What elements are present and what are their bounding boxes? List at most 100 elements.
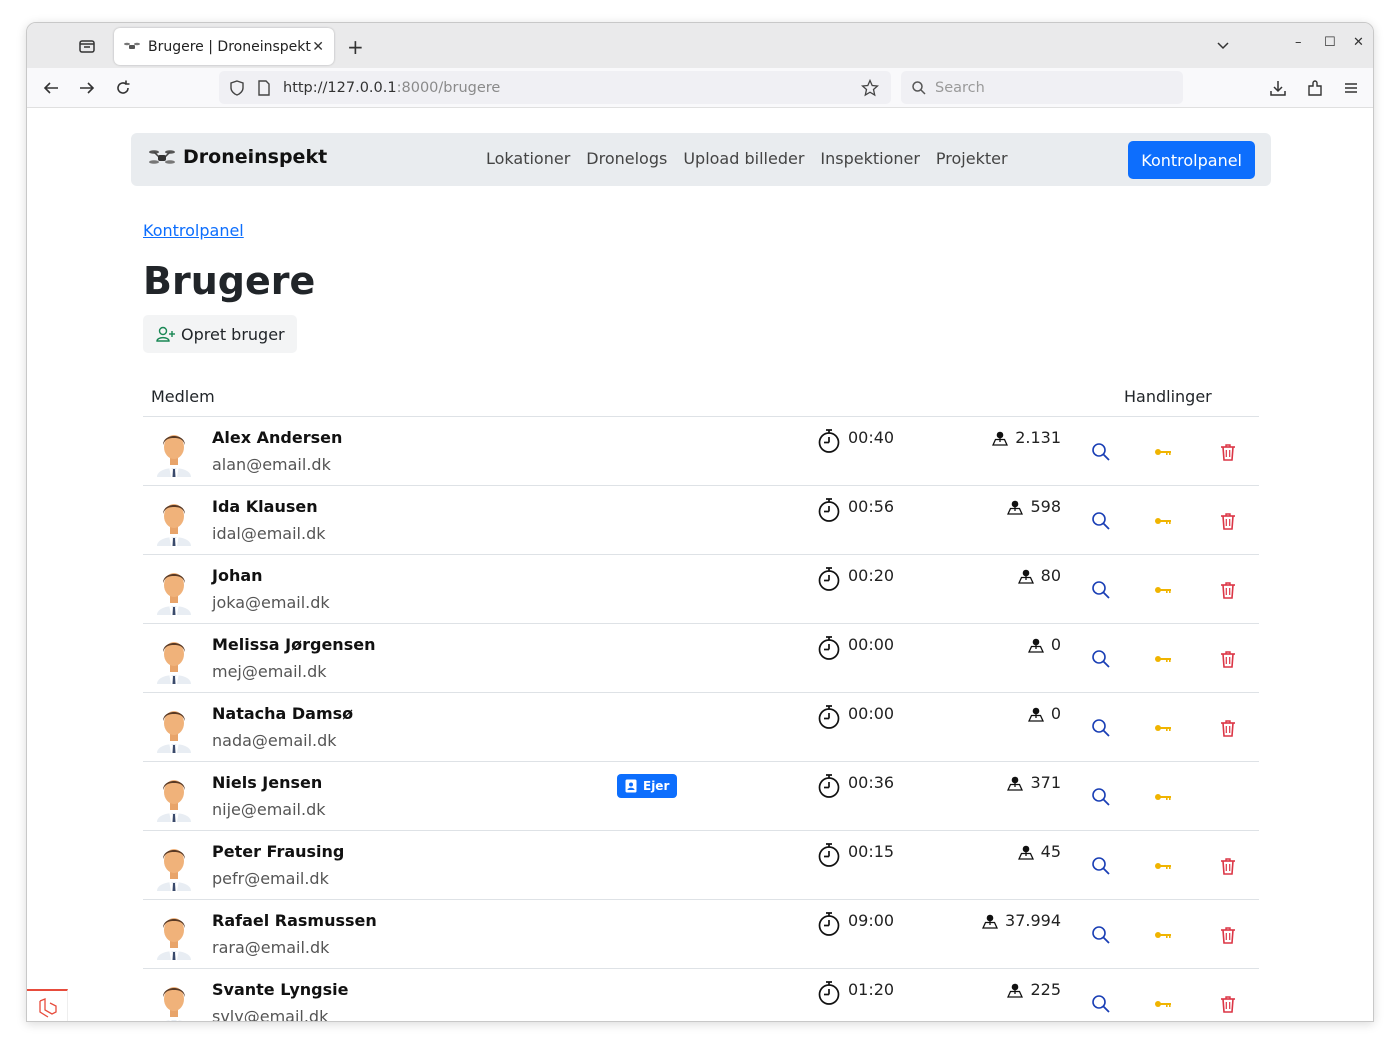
search-bar[interactable] [901,71,1183,104]
forward-arrow-icon[interactable] [78,79,96,97]
create-user-label: Opret bruger [181,324,285,344]
breadcrumb[interactable]: Kontrolpanel [143,221,244,240]
table-row: Johan joka@email.dk 00:20 80 [143,555,1259,624]
bookmark-star-icon[interactable] [861,78,879,97]
delete-user-icon[interactable] [1218,994,1238,1014]
table-body: Alex Andersen alan@email.dk 00:40 2.131 I… [143,417,1259,1022]
create-user-button[interactable]: Opret bruger [143,315,297,353]
drone-favicon-icon [124,42,140,49]
key-icon[interactable] [1153,649,1173,669]
image-count: 0 [1027,704,1061,723]
view-user-icon[interactable] [1091,787,1111,807]
table-row: Niels Jensen nije@email.dk Ejer 00:36 371 [143,762,1259,831]
delete-user-icon[interactable] [1218,442,1238,462]
view-user-icon[interactable] [1091,718,1111,738]
tab-strip: Brugere | Droneinspekt ✕ + – ☐ ✕ [27,23,1373,68]
avatar [157,504,191,546]
browser-tab[interactable]: Brugere | Droneinspekt ✕ [114,28,334,65]
user-name: Peter Frausing [212,842,345,861]
menu-item-lokationer[interactable]: Lokationer [486,149,570,168]
avatar [157,849,191,891]
user-location-icon [1007,500,1024,515]
key-icon[interactable] [1153,580,1173,600]
table-row: Alex Andersen alan@email.dk 00:40 2.131 [143,417,1259,486]
key-icon[interactable] [1153,856,1173,876]
view-user-icon[interactable] [1091,511,1111,531]
stopwatch-icon [818,636,840,660]
stopwatch-icon [818,705,840,729]
download-icon[interactable] [1269,79,1287,97]
user-name: Svante Lyngsie [212,980,349,999]
avatar [157,642,191,684]
image-count: 0 [1027,635,1061,654]
table-row: Natacha Damsø nada@email.dk 00:00 0 [143,693,1259,762]
new-tab-button[interactable]: + [347,35,364,59]
key-icon[interactable] [1153,787,1173,807]
extensions-icon[interactable] [1306,79,1324,97]
tab-title: Brugere | Droneinspekt [148,38,311,55]
avatar [157,435,191,477]
menu-item-upload-billeder[interactable]: Upload billeder [683,149,804,168]
view-user-icon[interactable] [1091,442,1111,462]
table-row: Ida Klausen idal@email.dk 00:56 598 [143,486,1259,555]
user-email: mej@email.dk [212,662,327,681]
user-email: svly@email.dk [212,1007,329,1022]
delete-user-icon[interactable] [1218,925,1238,945]
control-panel-button[interactable]: Kontrolpanel [1128,141,1255,179]
header-member: Medlem [151,387,215,406]
key-icon[interactable] [1153,994,1173,1014]
maximize-button[interactable]: ☐ [1324,35,1336,50]
page-title: Brugere [143,259,316,303]
delete-user-icon[interactable] [1218,580,1238,600]
tab-close-icon[interactable]: ✕ [312,39,324,55]
delete-user-icon[interactable] [1218,856,1238,876]
page-icon [258,79,270,96]
owner-badge: Ejer [617,774,678,798]
chevron-down-icon[interactable] [1215,37,1231,53]
reload-icon[interactable] [114,79,132,97]
view-user-icon[interactable] [1091,994,1111,1014]
search-input[interactable] [935,79,1175,96]
delete-user-icon[interactable] [1218,718,1238,738]
avatar [157,573,191,615]
flight-time: 00:00 [848,635,895,654]
menu-item-dronelogs[interactable]: Dronelogs [586,149,667,168]
menu-item-projekter[interactable]: Projekter [936,149,1008,168]
delete-user-icon[interactable] [1218,511,1238,531]
shield-icon[interactable] [229,79,245,96]
image-count: 45 [1017,842,1061,861]
key-icon[interactable] [1153,925,1173,945]
user-email: nije@email.dk [212,800,326,819]
view-user-icon[interactable] [1091,649,1111,669]
key-icon[interactable] [1153,511,1173,531]
avatar [157,780,191,822]
back-arrow-icon[interactable] [42,79,60,97]
flight-time: 00:20 [848,566,895,585]
menu-hamburger-icon[interactable] [1342,79,1360,97]
key-icon[interactable] [1153,442,1173,462]
avatar [157,711,191,753]
table-row: Svante Lyngsie svly@email.dk 01:20 225 [143,969,1259,1022]
debug-badge[interactable] [27,989,68,1021]
key-icon[interactable] [1153,718,1173,738]
view-user-icon[interactable] [1091,580,1111,600]
flight-time: 00:36 [848,773,895,792]
address-bar[interactable]: http://127.0.0.1:8000/brugere [219,71,891,104]
minimize-button[interactable]: – [1295,35,1302,50]
brand[interactable]: Droneinspekt [149,146,327,168]
user-plus-icon [156,326,175,342]
user-location-icon [1027,638,1044,653]
flight-time: 00:15 [848,842,895,861]
close-window-button[interactable]: ✕ [1353,35,1364,50]
view-user-icon[interactable] [1091,925,1111,945]
main-menu: Lokationer Dronelogs Upload billeder Ins… [486,149,1008,168]
menu-item-inspektioner[interactable]: Inspektioner [820,149,920,168]
user-name: Niels Jensen [212,773,323,792]
header-actions: Handlinger [1124,387,1212,406]
image-count: 225 [1007,980,1061,999]
tab-list-icon[interactable] [77,36,97,56]
delete-user-icon[interactable] [1218,649,1238,669]
view-user-icon[interactable] [1091,856,1111,876]
user-email: pefr@email.dk [212,869,329,888]
brand-name: Droneinspekt [183,146,328,168]
